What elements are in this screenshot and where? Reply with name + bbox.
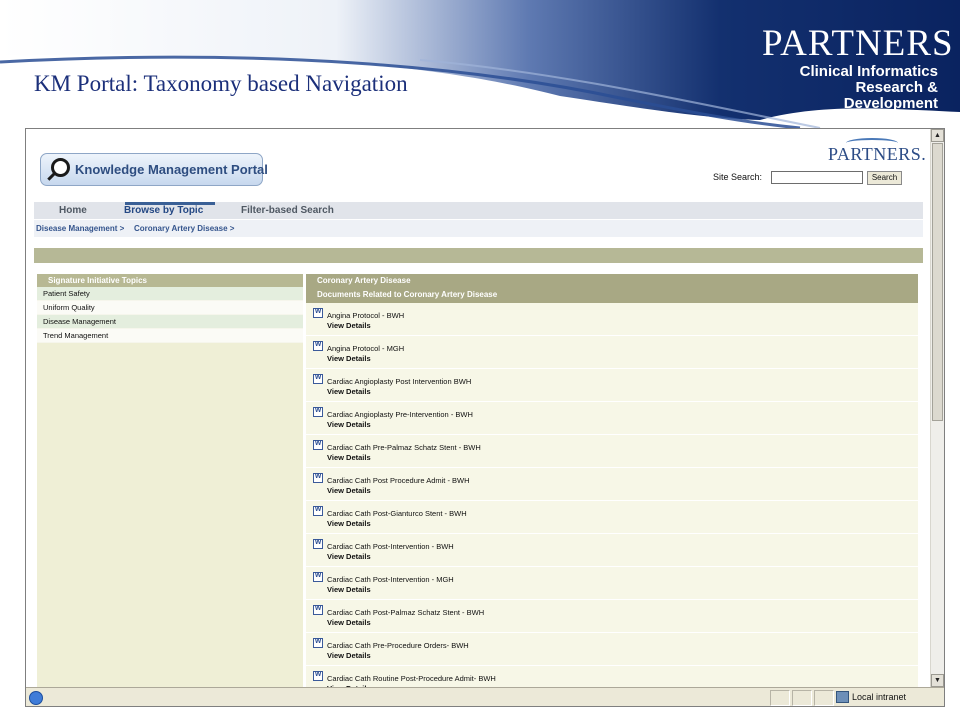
documents-topic-title: Coronary Artery Disease <box>317 276 411 285</box>
document-title[interactable]: Angina Protocol - MGH <box>327 344 404 353</box>
top-navigation: Home Browse by Topic Filter-based Search <box>34 202 923 219</box>
scroll-up-arrow-icon[interactable]: ▲ <box>931 129 944 142</box>
browser-status-bar: Local intranet <box>26 687 944 706</box>
document-title[interactable]: Cardiac Cath Post-Intervention - MGH <box>327 575 454 584</box>
tab-home[interactable]: Home <box>59 205 87 216</box>
documents-list: Angina Protocol - BWHView Details Angina… <box>306 303 918 687</box>
document-row: Cardiac Angioplasty Pre-Intervention - B… <box>306 402 918 435</box>
security-zone-label: Local intranet <box>852 692 907 702</box>
topics-panel-header: Signature Initiative Topics <box>37 274 303 287</box>
document-row: Angina Protocol - MGHView Details <box>306 336 918 369</box>
breadcrumb-coronary-artery-disease[interactable]: Coronary Artery Disease > <box>134 224 234 233</box>
magnifier-handle <box>47 172 56 181</box>
status-pane <box>792 690 812 706</box>
portal-header: Knowledge Management Portal PARTNERS. Si… <box>26 129 931 199</box>
scroll-down-arrow-icon[interactable]: ▼ <box>931 674 944 687</box>
topic-disease-management[interactable]: Disease Management <box>37 315 303 329</box>
word-document-icon[interactable] <box>313 339 323 351</box>
view-details-link[interactable]: View Details <box>327 552 371 561</box>
view-details-link[interactable]: View Details <box>327 387 371 396</box>
topic-trend-management[interactable]: Trend Management <box>37 329 303 343</box>
document-title[interactable]: Cardiac Cath Post-Gianturco Stent - BWH <box>327 509 467 518</box>
document-title[interactable]: Cardiac Cath Routine Post-Procedure Admi… <box>327 674 496 683</box>
word-document-icon[interactable] <box>313 537 323 549</box>
document-title[interactable]: Cardiac Cath Post-Intervention - BWH <box>327 542 454 551</box>
topic-uniform-quality[interactable]: Uniform Quality <box>37 301 303 315</box>
word-document-icon[interactable] <box>313 372 323 384</box>
logo-line-1: Clinical Informatics <box>799 63 938 80</box>
view-details-link[interactable]: View Details <box>327 453 371 462</box>
document-title[interactable]: Cardiac Angioplasty Post Intervention BW… <box>327 377 471 386</box>
site-search-button[interactable]: Search <box>867 171 902 185</box>
word-document-icon[interactable] <box>313 636 323 648</box>
word-document-icon[interactable] <box>313 471 323 483</box>
vertical-scrollbar[interactable]: ▲ ▼ <box>930 129 944 687</box>
view-details-link[interactable]: View Details <box>327 585 371 594</box>
documents-panel-header: Coronary Artery Disease Documents Relate… <box>306 274 918 303</box>
document-title[interactable]: Cardiac Cath Post Procedure Admit - BWH <box>327 476 470 485</box>
word-document-icon[interactable] <box>313 405 323 417</box>
document-title[interactable]: Cardiac Angioplasty Pre-Intervention - B… <box>327 410 473 419</box>
document-row: Cardiac Angioplasty Post Intervention BW… <box>306 369 918 402</box>
topics-panel: Signature Initiative Topics Patient Safe… <box>37 274 303 687</box>
document-title[interactable]: Cardiac Cath Pre-Procedure Orders- BWH <box>327 641 469 650</box>
document-row: Cardiac Cath Post-Intervention - BWHView… <box>306 534 918 567</box>
view-details-link[interactable]: View Details <box>327 486 371 495</box>
document-row: Cardiac Cath Pre-Procedure Orders- BWHVi… <box>306 633 918 666</box>
view-details-link[interactable]: View Details <box>327 321 371 330</box>
status-pane <box>814 690 834 706</box>
document-title[interactable]: Cardiac Cath Post-Palmaz Schatz Stent - … <box>327 608 484 617</box>
document-row: Cardiac Cath Routine Post-Procedure Admi… <box>306 666 918 687</box>
document-row: Cardiac Cath Pre-Palmaz Schatz Stent - B… <box>306 435 918 468</box>
status-pane <box>770 690 790 706</box>
document-title[interactable]: Cardiac Cath Pre-Palmaz Schatz Stent - B… <box>327 443 481 452</box>
ie-page-icon <box>29 691 43 705</box>
document-title[interactable]: Angina Protocol - BWH <box>327 311 404 320</box>
partners-wordmark: PARTNERS <box>762 23 954 64</box>
word-document-icon[interactable] <box>313 438 323 450</box>
document-row: Angina Protocol - BWHView Details <box>306 303 918 336</box>
site-search-label: Site Search: <box>713 172 763 182</box>
km-portal-logo[interactable]: Knowledge Management Portal <box>40 153 268 186</box>
tab-filter-based-search[interactable]: Filter-based Search <box>241 205 334 216</box>
word-document-icon[interactable] <box>313 669 323 681</box>
km-portal-logo-text: Knowledge Management Portal <box>75 162 268 177</box>
partners-arc-icon <box>846 138 898 148</box>
intranet-zone-icon <box>836 691 849 703</box>
view-details-link[interactable]: View Details <box>327 519 371 528</box>
word-document-icon[interactable] <box>313 504 323 516</box>
view-details-link[interactable]: View Details <box>327 618 371 627</box>
scroll-thumb[interactable] <box>932 143 943 421</box>
view-details-link[interactable]: View Details <box>327 354 371 363</box>
partners-logo: PARTNERS. <box>828 138 926 165</box>
view-details-link[interactable]: View Details <box>327 651 371 660</box>
page-viewport: Knowledge Management Portal PARTNERS. Si… <box>26 129 931 687</box>
document-row: Cardiac Cath Post Procedure Admit - BWHV… <box>306 468 918 501</box>
breadcrumb-disease-management[interactable]: Disease Management > <box>36 224 124 233</box>
logo-line-2: Research & Development <box>843 79 938 112</box>
word-document-icon[interactable] <box>313 570 323 582</box>
documents-panel: Coronary Artery Disease Documents Relate… <box>306 274 918 687</box>
browser-window: Knowledge Management Portal PARTNERS. Si… <box>25 128 945 707</box>
breadcrumb: Disease Management > Coronary Artery Dis… <box>34 220 923 237</box>
section-divider-band <box>34 248 923 263</box>
slide-title: KM Portal: Taxonomy based Navigation <box>34 71 408 96</box>
partners-clinical-informatics-logo: PARTNERS Clinical Informatics Research &… <box>762 23 954 112</box>
word-document-icon[interactable] <box>313 603 323 615</box>
document-row: Cardiac Cath Post-Palmaz Schatz Stent - … <box>306 600 918 633</box>
document-row: Cardiac Cath Post-Intervention - MGHView… <box>306 567 918 600</box>
document-row: Cardiac Cath Post-Gianturco Stent - BWHV… <box>306 501 918 534</box>
view-details-link[interactable]: View Details <box>327 420 371 429</box>
topic-patient-safety[interactable]: Patient Safety <box>37 287 303 301</box>
site-search-input[interactable] <box>771 171 863 184</box>
word-document-icon[interactable] <box>313 306 323 318</box>
documents-list-title: Documents Related to Coronary Artery Dis… <box>317 290 498 299</box>
tab-browse-by-topic[interactable]: Browse by Topic <box>124 205 203 216</box>
